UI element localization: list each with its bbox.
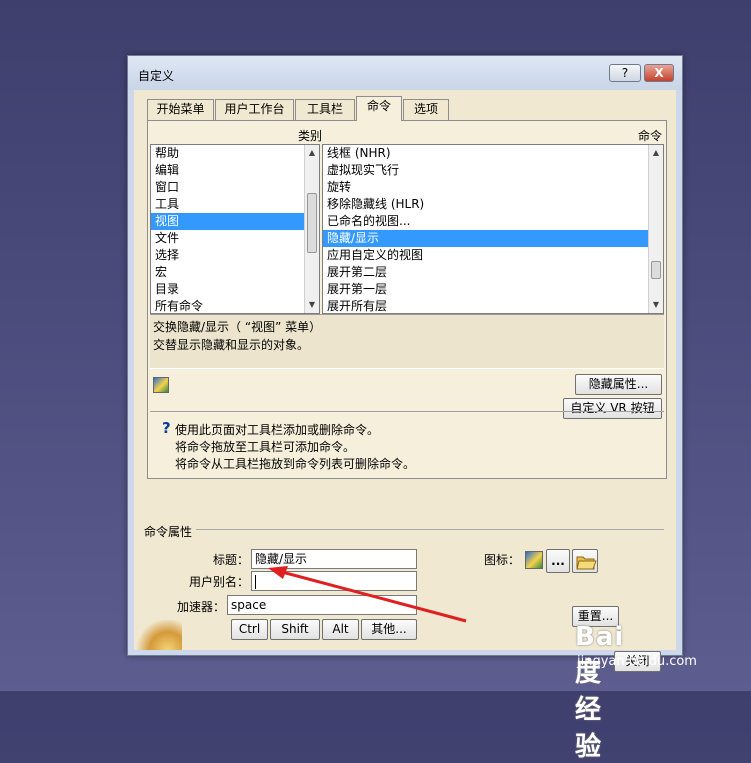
command-item[interactable]: 线框 (NHR) (323, 145, 663, 162)
command-item[interactable]: 展开第二层 (323, 264, 663, 281)
folder-icon (576, 556, 597, 570)
help-button[interactable]: ? (609, 64, 641, 82)
commands-panel: 类别 命令 帮助 编辑 窗口 工具 视图 文件 选择宏目录 所有命令 ▲ ▼ 线框 (NHR)… (147, 120, 667, 479)
browse-icon-button[interactable]: ... (546, 549, 570, 573)
watermark-logo: Bai度 经验 (575, 622, 625, 762)
category-item[interactable]: 编辑 (151, 162, 319, 179)
other-keys-button[interactable]: 其他... (361, 619, 417, 640)
scroll-up-icon[interactable]: ▲ (649, 146, 663, 160)
category-item[interactable]: 宏 (151, 264, 319, 281)
text-caret (255, 574, 256, 589)
command-item[interactable]: 应用自定义的视图 (323, 247, 663, 264)
description-line-2: 交替显示隐藏和显示的对象。 (153, 338, 310, 352)
question-icon: ? (162, 419, 171, 437)
open-folder-button[interactable] (572, 549, 598, 573)
command-item[interactable]: 旋转 (323, 179, 663, 196)
hint-line-1: 使用此页面对工具栏添加或删除命令。 (175, 423, 380, 437)
command-item[interactable]: 展开所有层 (323, 298, 663, 313)
hint-box: ? 使用此页面对工具栏添加或删除命令。 将命令拖放至工具栏可添加命令。 将命令从… (150, 411, 664, 478)
command-icon (153, 377, 169, 393)
scroll-thumb[interactable] (651, 261, 661, 279)
app-logo (134, 620, 182, 650)
command-list[interactable]: 线框 (NHR) 虚拟现实飞行 旋转 移除隐藏线 (HLR) 已命名的视图... 隐藏/显… (322, 144, 664, 314)
command-icon-preview (525, 551, 543, 569)
group-divider (196, 529, 664, 530)
category-item[interactable]: 目录 (151, 281, 319, 298)
dialog-client: 开始菜单 用户工作台 工具栏 命令 选项 类别 命令 帮助 编辑 窗口 工具 视图 文件选… (134, 90, 676, 672)
tab-toolbars[interactable]: 工具栏 (295, 99, 355, 120)
alias-label: 用户别名： (189, 575, 250, 589)
tab-start-menu[interactable]: 开始菜单 (147, 99, 214, 120)
command-header: 命令 (638, 129, 663, 143)
title-field[interactable]: 隐藏/显示 (251, 549, 417, 569)
title-bar[interactable]: 自定义 ? X (128, 56, 682, 90)
shift-button[interactable]: Shift (270, 619, 320, 640)
scroll-up-icon[interactable]: ▲ (305, 146, 319, 160)
title-label: 标题： (213, 553, 250, 567)
category-item[interactable]: 文件 (151, 230, 319, 247)
command-properties-label: 命令属性 (144, 525, 193, 539)
command-item[interactable]: 隐藏/显示 (323, 230, 663, 247)
scroll-down-icon[interactable]: ▼ (649, 298, 663, 312)
accelerator-field[interactable]: space (227, 595, 417, 615)
command-description: 交换隐藏/显示（ “视图” 菜单） 交替显示隐藏和显示的对象。 (150, 314, 664, 369)
tab-options[interactable]: 选项 (403, 99, 449, 120)
customize-dialog: 自定义 ? X 开始菜单 用户工作台 工具栏 命令 选项 类别 命令 帮助 编辑窗… (127, 55, 683, 672)
tab-user-workbench[interactable]: 用户工作台 (215, 99, 294, 120)
description-line-1: 交换隐藏/显示（ “视图” 菜单） (153, 320, 322, 334)
command-scrollbar[interactable]: ▲ ▼ (648, 145, 663, 313)
category-item[interactable]: 帮助 (151, 145, 319, 162)
category-header: 类别 (298, 129, 323, 143)
category-scrollbar[interactable]: ▲ ▼ (304, 145, 319, 313)
alt-button[interactable]: Alt (322, 619, 359, 640)
hint-line-2: 将命令拖放至工具栏可添加命令。 (175, 440, 356, 454)
command-item[interactable]: 展开第一层 (323, 281, 663, 298)
alias-field[interactable] (251, 571, 417, 591)
ctrl-button[interactable]: Ctrl (231, 619, 268, 640)
scroll-thumb[interactable] (307, 193, 317, 253)
watermark-url: jingyan.baidu.com (577, 654, 697, 669)
tab-commands[interactable]: 命令 (356, 96, 402, 121)
dialog-title: 自定义 (138, 69, 175, 83)
accelerator-label: 加速器： (177, 600, 226, 614)
close-window-button[interactable]: X (644, 64, 674, 82)
hint-line-3: 将命令从工具栏拖放到命令列表可删除命令。 (175, 457, 416, 471)
hide-properties-button[interactable]: 隐藏属性... (575, 374, 662, 395)
command-item[interactable]: 已命名的视图... (323, 213, 663, 230)
category-item[interactable]: 窗口 (151, 179, 319, 196)
command-item[interactable]: 移除隐藏线 (HLR) (323, 196, 663, 213)
category-list[interactable]: 帮助 编辑 窗口 工具 视图 文件 选择宏目录 所有命令 ▲ ▼ (150, 144, 320, 314)
command-item[interactable]: 虚拟现实飞行 (323, 162, 663, 179)
scroll-down-icon[interactable]: ▼ (305, 298, 319, 312)
category-item[interactable]: 视图 (151, 213, 319, 230)
category-item[interactable]: 选择 (151, 247, 319, 264)
category-item[interactable]: 所有命令 (151, 298, 319, 313)
category-item[interactable]: 工具 (151, 196, 319, 213)
icon-label: 图标： (484, 553, 521, 567)
